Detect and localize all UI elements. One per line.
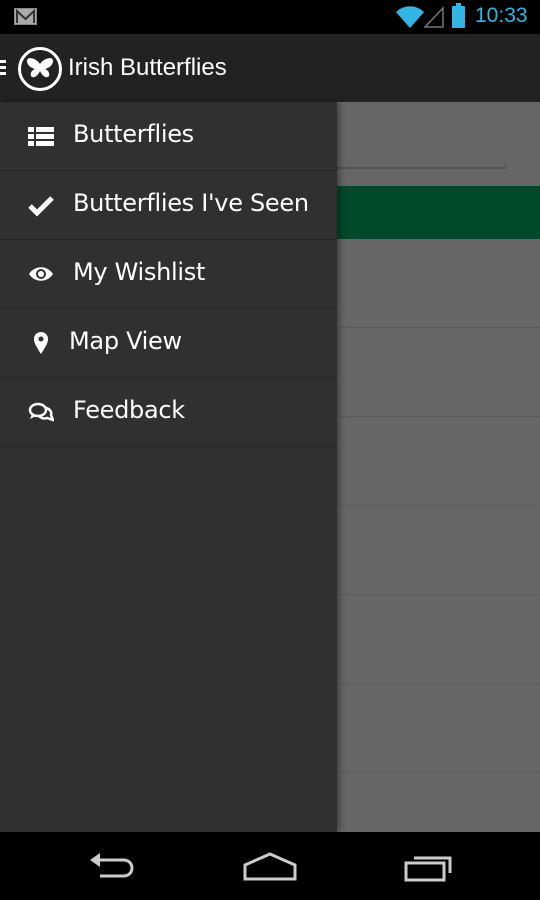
search-underline xyxy=(330,162,506,169)
drawer-item-label: My Wishlist xyxy=(73,258,206,286)
map-marker-icon xyxy=(34,332,48,354)
eye-icon xyxy=(29,267,53,281)
wifi-icon xyxy=(396,6,424,28)
app-title: Irish Butterflies xyxy=(68,54,227,81)
battery-icon xyxy=(452,3,465,28)
back-icon[interactable] xyxy=(88,852,136,882)
list-divider xyxy=(336,505,540,506)
drawer-item-label: Map View xyxy=(69,327,182,355)
navigation-drawer: Butterflies Butterflies I've Seen My Wis… xyxy=(0,102,337,832)
recents-icon[interactable] xyxy=(404,852,454,882)
system-nav-bar xyxy=(0,832,540,900)
list-divider xyxy=(336,594,540,595)
list-divider xyxy=(336,327,540,328)
drawer-item-butterflies-seen[interactable]: Butterflies I've Seen xyxy=(0,171,337,240)
drawer-item-wishlist[interactable]: My Wishlist xyxy=(0,240,337,309)
drawer-item-butterflies[interactable]: Butterflies xyxy=(0,102,337,171)
gmail-icon xyxy=(14,8,37,25)
drawer-indicator-icon[interactable] xyxy=(0,60,6,76)
highlight-bar xyxy=(336,186,540,239)
butterfly-icon[interactable] xyxy=(18,47,62,91)
list-divider xyxy=(336,772,540,773)
drawer-item-feedback[interactable]: Feedback xyxy=(0,378,337,447)
status-bar: 10:33 xyxy=(0,0,540,34)
list-divider xyxy=(336,416,540,417)
clock: 10:33 xyxy=(475,4,528,27)
drawer-item-label: Feedback xyxy=(73,396,185,424)
drawer-item-label: Butterflies xyxy=(73,120,194,148)
home-icon[interactable] xyxy=(243,852,297,882)
signal-icon xyxy=(424,6,444,28)
list-divider xyxy=(336,683,540,684)
check-icon xyxy=(28,196,54,217)
comments-icon xyxy=(28,402,54,422)
drawer-item-label: Butterflies I've Seen xyxy=(73,189,309,217)
drawer-item-map-view[interactable]: Map View xyxy=(0,309,337,378)
list-icon xyxy=(28,127,54,146)
